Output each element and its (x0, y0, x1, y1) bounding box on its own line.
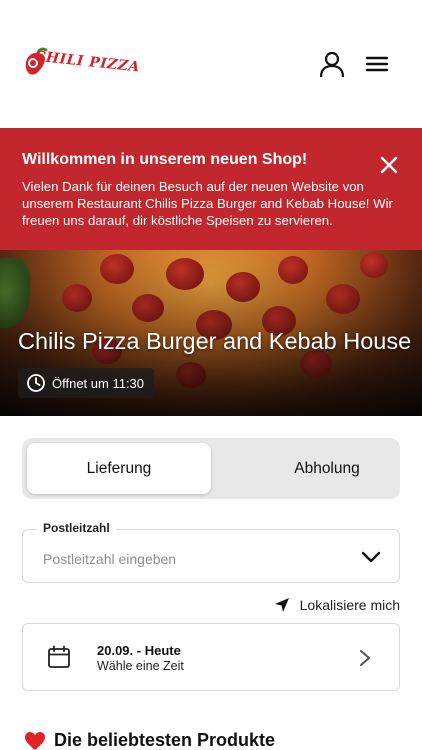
heart-icon (25, 731, 45, 750)
localize-me-label: Lokalisiere mich (299, 597, 400, 613)
opening-status-badge: Öffnet um 11:30 (18, 368, 155, 398)
tab-delivery[interactable]: Lieferung (27, 443, 211, 494)
restaurant-name: Chilis Pizza Burger and Kebab House (18, 328, 412, 354)
popular-products-heading: Die beliebtesten Produkte (24, 730, 275, 750)
welcome-banner: Willkommen in unserem neuen Shop! Vielen… (0, 128, 422, 250)
postcode-input[interactable] (43, 551, 343, 567)
time-picker[interactable]: 20.09. - Heute Wähle eine Zeit (22, 623, 400, 691)
logo[interactable]: CHILI PIZZA (22, 46, 141, 82)
app-header: CHILI PIZZA (0, 0, 422, 128)
popular-products-title: Die beliebtesten Produkte (54, 730, 276, 750)
opening-status-text: Öffnet um 11:30 (52, 375, 145, 391)
location-arrow-icon (274, 598, 289, 612)
menu-icon[interactable] (364, 52, 390, 76)
user-icon[interactable] (318, 50, 346, 78)
postcode-field[interactable]: Postleitzahl (22, 521, 400, 583)
chevron-right-icon[interactable] (359, 649, 371, 667)
localize-me-button[interactable]: Lokalisiere mich (274, 597, 400, 613)
banner-text: Vielen Dank für deinen Besuch auf der ne… (22, 179, 393, 228)
chevron-down-icon[interactable] (361, 550, 381, 564)
postcode-label: Postleitzahl (37, 521, 116, 535)
time-hint: Wähle eine Zeit (97, 659, 184, 673)
order-mode-toggle: Lieferung Abholung (22, 438, 400, 499)
tab-pickup[interactable]: Abholung (235, 443, 419, 494)
close-icon[interactable] (378, 154, 400, 176)
selected-date: 20.09. - Heute (97, 643, 181, 658)
banner-title: Willkommen in unserem neuen Shop! (22, 151, 308, 168)
clock-icon (27, 374, 45, 392)
calendar-icon (48, 645, 70, 668)
